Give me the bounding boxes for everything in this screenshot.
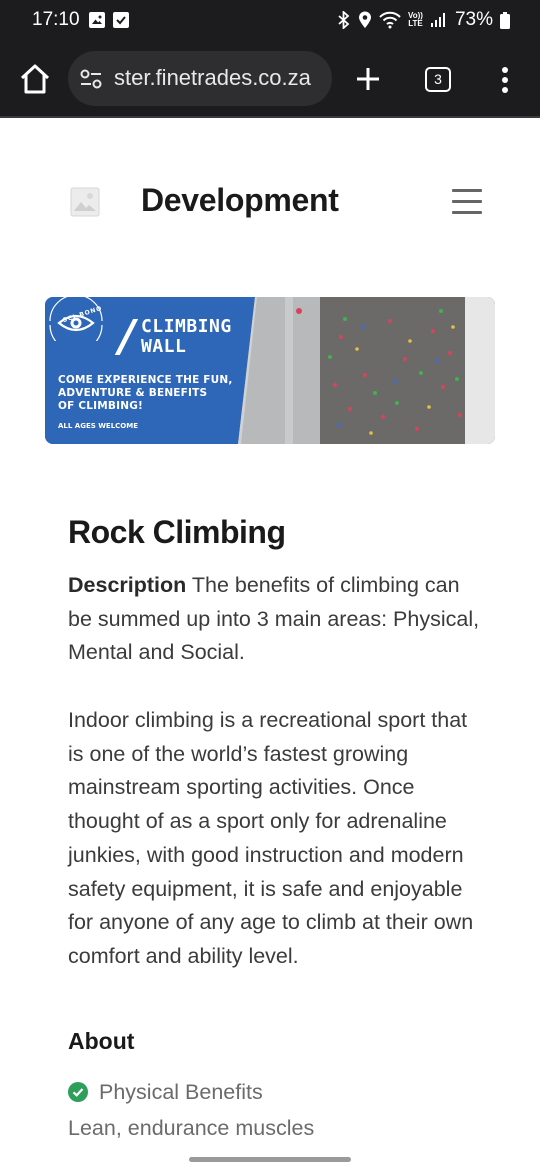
- photo-icon: [89, 12, 105, 28]
- banner-slash: /: [119, 311, 136, 362]
- url-text[interactable]: ster.finetrades.co.za: [114, 65, 311, 91]
- description-paragraph: Description The benefits of climbing can…: [68, 569, 488, 670]
- location-icon: [359, 11, 371, 28]
- plus-icon[interactable]: [354, 62, 382, 96]
- intro-paragraph: Indoor climbing is a recreational sport …: [68, 708, 474, 968]
- wifi-icon: [379, 11, 401, 29]
- banner-tagline: COME EXPERIENCE THE FUN, ADVENTURE & BEN…: [58, 374, 233, 412]
- status-icons: Vo)) LTE 73%: [337, 9, 510, 31]
- status-bar: 17:10 Vo)) LTE 73%: [0, 0, 540, 40]
- page-title: Rock Climbing: [68, 514, 286, 550]
- site-settings-icon[interactable]: [80, 68, 102, 90]
- home-icon[interactable]: [18, 62, 52, 96]
- feature-detail: Lean, endurance muscles: [68, 1116, 315, 1140]
- hamburger-menu-icon[interactable]: [452, 189, 482, 215]
- about-heading: About: [68, 1028, 135, 1054]
- download-check-icon: [113, 12, 129, 28]
- bluetooth-icon: [338, 11, 350, 29]
- check-circle-icon: [68, 1082, 88, 1102]
- gesture-bar[interactable]: [189, 1157, 351, 1162]
- volte-indicator: Vo)) LTE: [408, 11, 423, 28]
- site-title[interactable]: Development: [141, 182, 339, 219]
- signal-icon: [430, 13, 445, 27]
- battery-icon: [500, 11, 510, 29]
- status-time: 17:10: [32, 9, 80, 30]
- description-label: Description: [68, 573, 187, 597]
- battery-percent: 73%: [454, 9, 493, 30]
- banner-ages: ALL AGES WELCOME: [58, 422, 138, 430]
- banner-title: CLIMBING WALL: [141, 316, 232, 357]
- feature-item: Physical Benefits: [68, 1077, 263, 1107]
- more-vert-icon[interactable]: [498, 66, 512, 94]
- climbing-wall-banner: SCI-BONO / CLIMBING WALL COME EXPERIENCE…: [45, 297, 495, 444]
- browser-toolbar: ster.finetrades.co.za 3: [0, 40, 540, 118]
- feature-label: Physical Benefits: [99, 1079, 263, 1104]
- tabs-icon[interactable]: 3: [425, 67, 451, 92]
- image-placeholder-icon[interactable]: [70, 187, 100, 217]
- address-bar[interactable]: ster.finetrades.co.za: [68, 51, 332, 106]
